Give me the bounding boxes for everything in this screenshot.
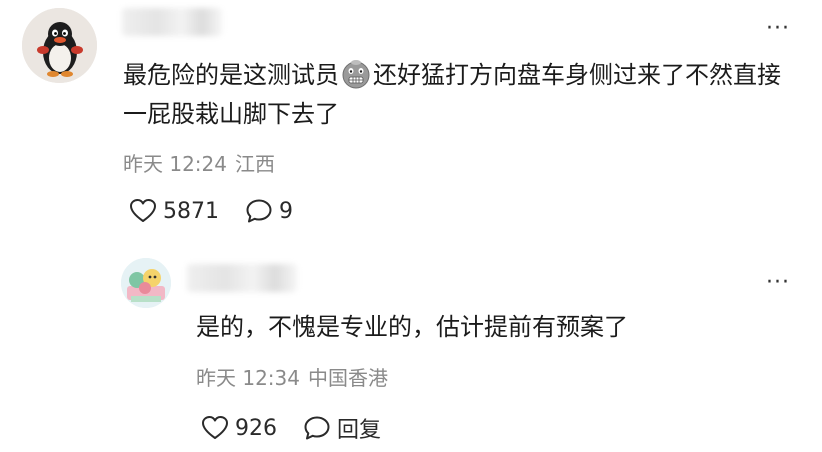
reply-meta: 昨天 12:34 中国香港 xyxy=(196,366,396,390)
like-button[interactable]: 5871 xyxy=(129,198,219,224)
reply-button[interactable]: 回复 xyxy=(303,412,381,444)
reply-label: 回复 xyxy=(337,418,382,443)
comment-time: 昨天 12:24 xyxy=(123,152,227,176)
comment-text-before: 最危险的是这测试员 xyxy=(123,61,339,89)
heart-icon xyxy=(130,199,156,222)
like-count: 926 xyxy=(235,415,277,441)
comment-meta: 昨天 12:24 江西 xyxy=(123,152,283,176)
username-blurred[interactable] xyxy=(122,8,222,36)
reply-count: 9 xyxy=(279,198,293,224)
username-blurred[interactable] xyxy=(187,264,297,292)
cartoon-avatar-icon xyxy=(121,258,171,308)
like-button[interactable]: 926 xyxy=(201,415,277,441)
more-options-icon[interactable]: ··· xyxy=(766,18,790,40)
reply-location: 中国香港 xyxy=(308,366,388,390)
avatar[interactable] xyxy=(121,258,171,308)
comment-location: 江西 xyxy=(235,152,275,176)
comment-actions: 5871 9 xyxy=(129,198,319,224)
penguin-avatar-icon xyxy=(22,8,97,83)
reply-text: 是的，不愧是专业的，估计提前有预案了 xyxy=(196,313,628,341)
reply-time: 昨天 12:34 xyxy=(196,366,300,390)
reply-button[interactable]: 9 xyxy=(245,198,293,224)
like-count: 5871 xyxy=(163,198,219,224)
comment-text: 最危险的是这测试员 还好猛打方向盘车身侧过来了不然直接一屁股栽山脚下去了 xyxy=(123,56,803,134)
heart-icon xyxy=(202,416,228,439)
grimace-emoji-icon xyxy=(341,59,371,89)
comment-bubble-icon xyxy=(246,199,272,223)
more-options-icon[interactable]: ··· xyxy=(766,272,790,294)
avatar[interactable] xyxy=(22,8,97,83)
comment-bubble-icon xyxy=(304,416,330,440)
reply-actions: 926 回复 xyxy=(201,412,407,444)
